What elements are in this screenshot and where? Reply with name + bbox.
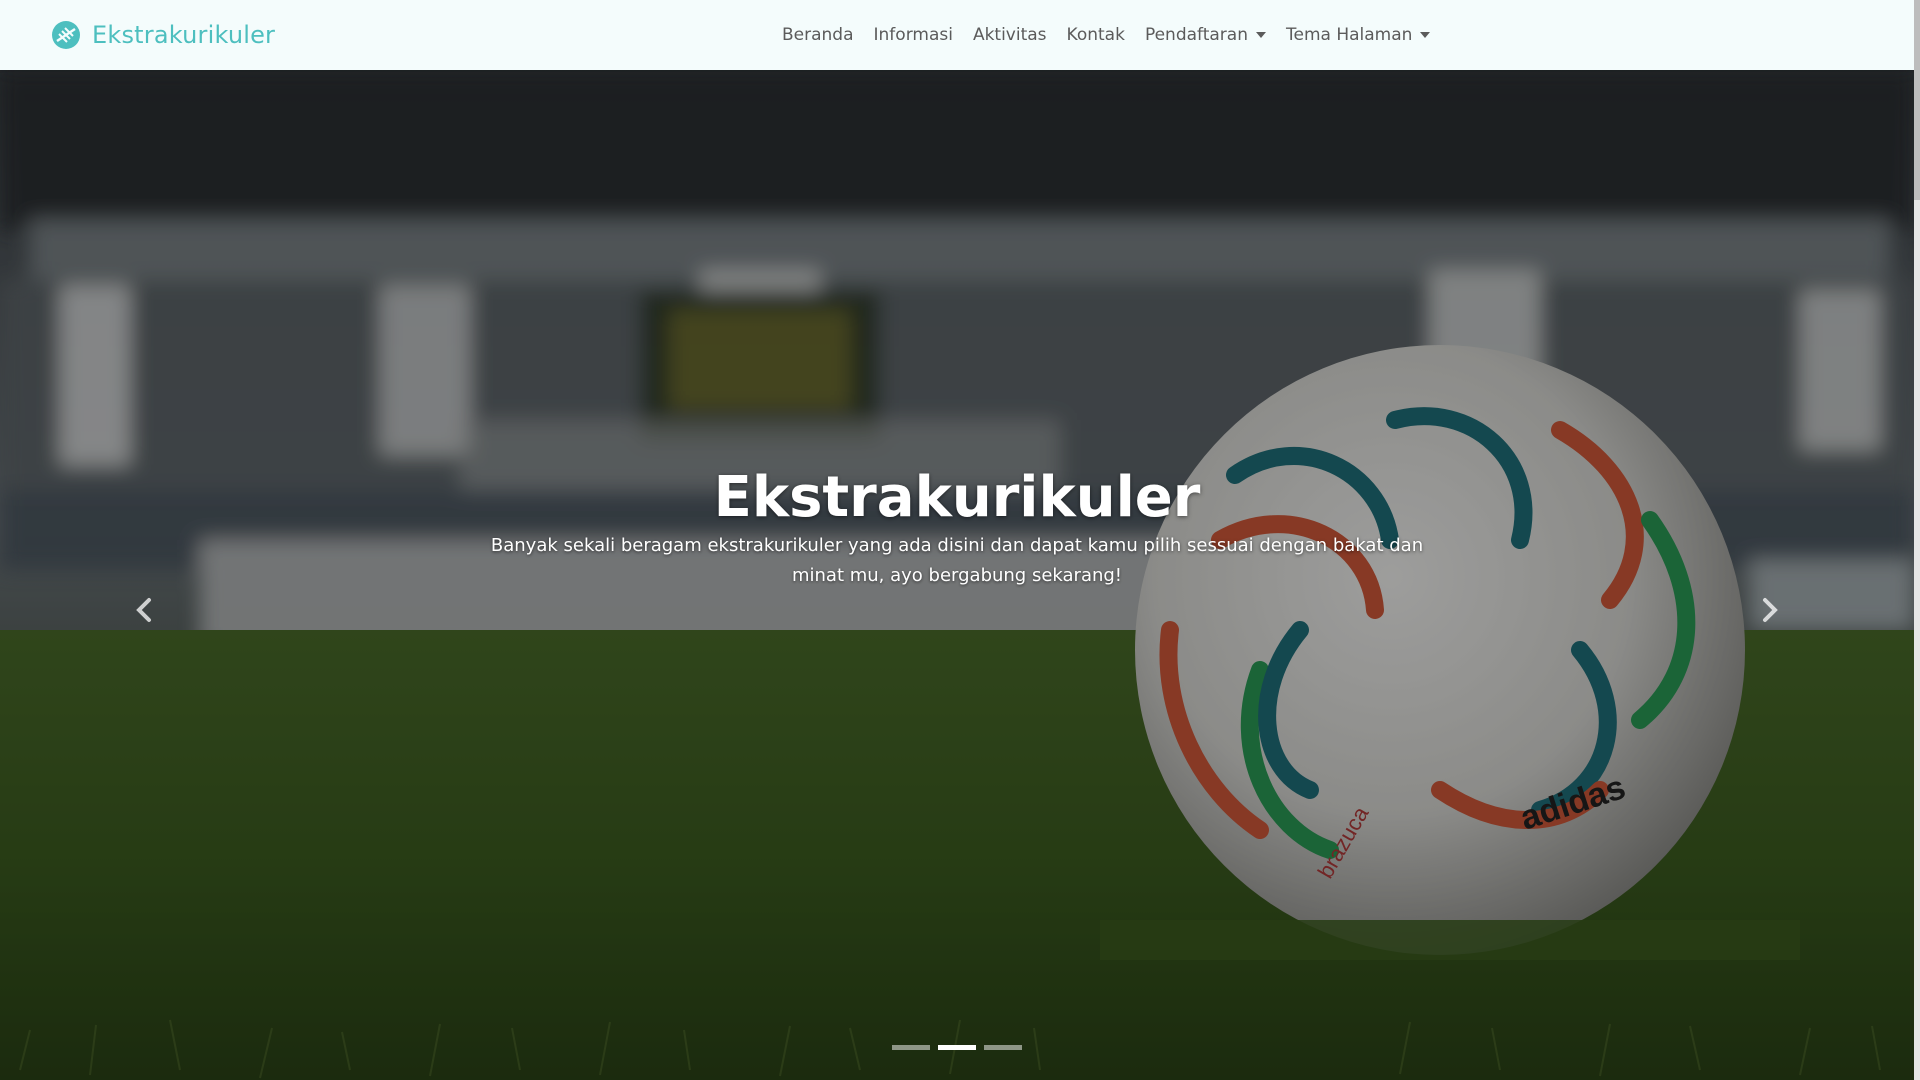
navbar: Ekstrakurikuler Beranda Informasi Aktivi…: [0, 0, 1914, 70]
nav-label: Informasi: [873, 25, 953, 45]
caret-down-icon: [1255, 32, 1266, 38]
caret-down-icon: [1420, 32, 1431, 38]
carousel-prev-button[interactable]: [124, 588, 164, 632]
hero-carousel: adidas brazuca Ekstrakurikuler Banyak se…: [0, 70, 1914, 1080]
brand[interactable]: Ekstrakurikuler: [50, 0, 275, 70]
nav-label: Aktivitas: [972, 25, 1047, 45]
hero-title: Ekstrakurikuler: [713, 465, 1201, 530]
nav-label: Pendaftaran: [1144, 25, 1248, 45]
nav-label: Kontak: [1066, 25, 1125, 45]
nav-kontak[interactable]: Kontak: [1057, 25, 1135, 45]
carousel-indicator-3[interactable]: [984, 1045, 1022, 1050]
nav-tema-halaman-dropdown[interactable]: Tema Halaman: [1276, 25, 1440, 45]
nav-pendaftaran-dropdown[interactable]: Pendaftaran: [1135, 25, 1276, 45]
carousel-indicator-1[interactable]: [892, 1045, 930, 1050]
chevron-right-icon: [1763, 598, 1778, 622]
scrollbar-thumb[interactable]: [1914, 0, 1920, 200]
football-icon: [52, 21, 80, 49]
scrollbar[interactable]: [1914, 0, 1920, 1080]
carousel-indicators: [892, 1045, 1022, 1050]
main-nav: Beranda Informasi Aktivitas Kontak Penda…: [772, 0, 1440, 70]
nav-beranda[interactable]: Beranda: [772, 25, 864, 45]
carousel-indicator-2[interactable]: [938, 1045, 976, 1050]
nav-label: Tema Halaman: [1285, 25, 1413, 45]
chevron-left-icon: [136, 598, 151, 622]
carousel-next-button[interactable]: [1750, 588, 1790, 632]
nav-aktivitas[interactable]: Aktivitas: [963, 25, 1057, 45]
hero-text: Banyak sekali beragam ekstrakurikuler ya…: [490, 535, 1424, 586]
brand-name: Ekstrakurikuler: [92, 21, 276, 49]
nav-label: Beranda: [782, 25, 854, 45]
nav-informasi[interactable]: Informasi: [864, 25, 963, 45]
